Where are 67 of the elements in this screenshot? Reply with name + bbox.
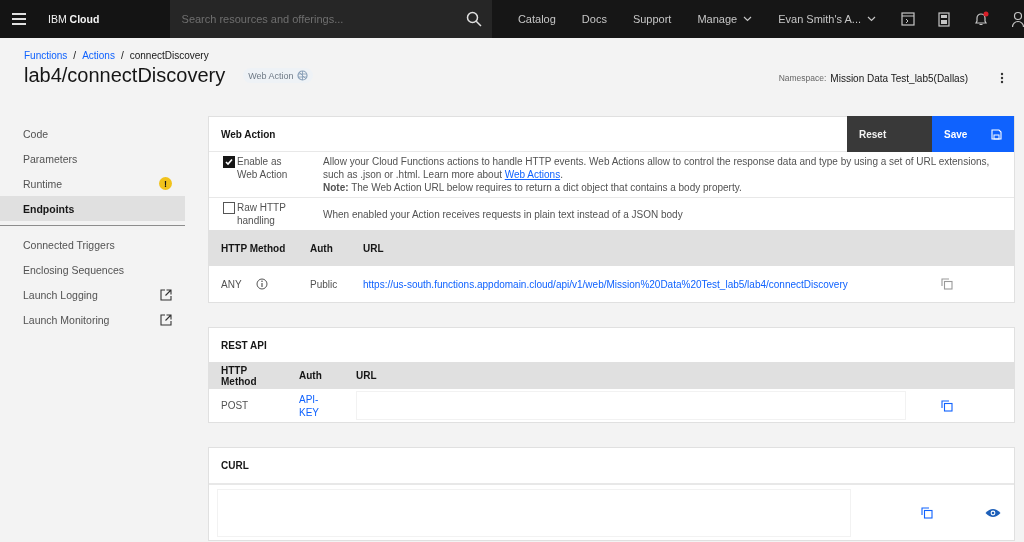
save-button[interactable]: Save [932, 116, 1014, 152]
namespace-label: Namespace: [778, 73, 827, 83]
breadcrumb-current: connectDiscovery [129, 50, 209, 61]
info-icon[interactable] [255, 278, 268, 290]
sidebar-item[interactable]: Code [0, 121, 185, 146]
column-header: URL [356, 370, 377, 381]
column-header: HTTP Method [221, 364, 258, 387]
nav-link[interactable]: Catalog [504, 13, 569, 25]
chevron-down-icon[interactable] [743, 16, 753, 22]
sidebar-item[interactable]: Endpoints [0, 196, 185, 221]
chevron-down-icon[interactable] [867, 16, 876, 22]
copy-icon[interactable] [921, 506, 933, 519]
breadcrumb-separator: / [73, 50, 77, 61]
column-header: HTTP Method [221, 242, 287, 254]
web-action-tag: Web Action [243, 68, 313, 83]
card-title: REST API [221, 339, 268, 351]
nav-link[interactable]: Evan Smith's A... [765, 13, 889, 25]
external-link-icon [160, 313, 172, 326]
eye-icon[interactable] [985, 507, 1001, 518]
page-title: lab4/connectDiscovery [24, 64, 226, 87]
nav-link[interactable]: Manage [684, 13, 766, 25]
search-input[interactable]: Search resources and offerings... [179, 12, 466, 26]
copy-icon[interactable] [941, 278, 953, 290]
menu-icon[interactable] [12, 13, 26, 25]
nav-link[interactable]: Support [619, 13, 685, 25]
copy-icon[interactable] [941, 399, 953, 412]
option-description: When enabled your Action receives requests in plain text instead of a JSON body [323, 207, 684, 221]
sidebar-item[interactable]: Connected Triggers [0, 232, 185, 257]
overflow-menu-icon[interactable] [1000, 72, 1004, 84]
calculator-icon[interactable] [938, 11, 950, 27]
table-cell-text: Public [310, 278, 339, 290]
column-header: Auth [310, 242, 334, 254]
search-field[interactable]: Search resources and offerings... [169, 0, 492, 38]
breadcrumb-link[interactable]: Functions [24, 50, 68, 61]
sidebar-item[interactable]: Launch Monitoring [0, 307, 185, 332]
breadcrumb-link[interactable]: Actions [82, 50, 115, 61]
sidebar-item[interactable]: Enclosing Sequences [0, 257, 185, 282]
note-text: Note: The Web Action URL below requires to return a dict object that contains a body property. [323, 181, 743, 194]
terminal-icon[interactable] [901, 12, 915, 26]
checkbox-label: Enable as Web Action [237, 155, 289, 181]
sidebar-item[interactable]: Launch Logging [0, 282, 185, 307]
nav-link[interactable]: Docs [568, 13, 620, 25]
table-cell: ANY [221, 278, 242, 290]
sidebar-item[interactable]: Parameters [0, 146, 185, 171]
card-title: CURL [221, 460, 250, 471]
warning-badge: ! [159, 177, 172, 190]
reset-button[interactable]: Reset [847, 116, 932, 152]
api-key-link[interactable]: API-KEY [299, 392, 329, 419]
url-link[interactable]: https://us-south.functions.appdomain.cloud/api/v1/web/Mission%20Data%20Test_lab5/lab4/connectDiscovery [363, 278, 923, 290]
column-header: URL [363, 242, 385, 254]
globe-icon [296, 70, 308, 81]
breadcrumb-separator: / [120, 50, 124, 61]
namespace-value[interactable]: Mission Data Test_lab5(Dallas) [830, 72, 968, 84]
brand-logo[interactable]: IBM Cloud [48, 13, 100, 25]
checkbox[interactable] [223, 156, 235, 168]
card-title: Web Action [221, 128, 277, 140]
column-header: Auth [299, 370, 323, 381]
option-description: Allow your Cloud Functions actions to handle HTTP events. Web Actions allow to control the response data and type by using a set of URL extensions, such as .json or .html. Learn more about Web Actions. [323, 155, 991, 181]
sidebar-item[interactable]: Runtime ! [0, 171, 185, 196]
table-cell-text: POST [221, 400, 250, 411]
checkbox-label: Raw HTTP handling [237, 201, 287, 227]
search-icon[interactable] [465, 11, 482, 27]
user-icon[interactable] [1012, 11, 1024, 27]
notification-icon[interactable] [973, 11, 989, 27]
external-link-icon [160, 288, 172, 301]
save-icon [991, 128, 1002, 140]
checkbox[interactable] [223, 202, 235, 214]
